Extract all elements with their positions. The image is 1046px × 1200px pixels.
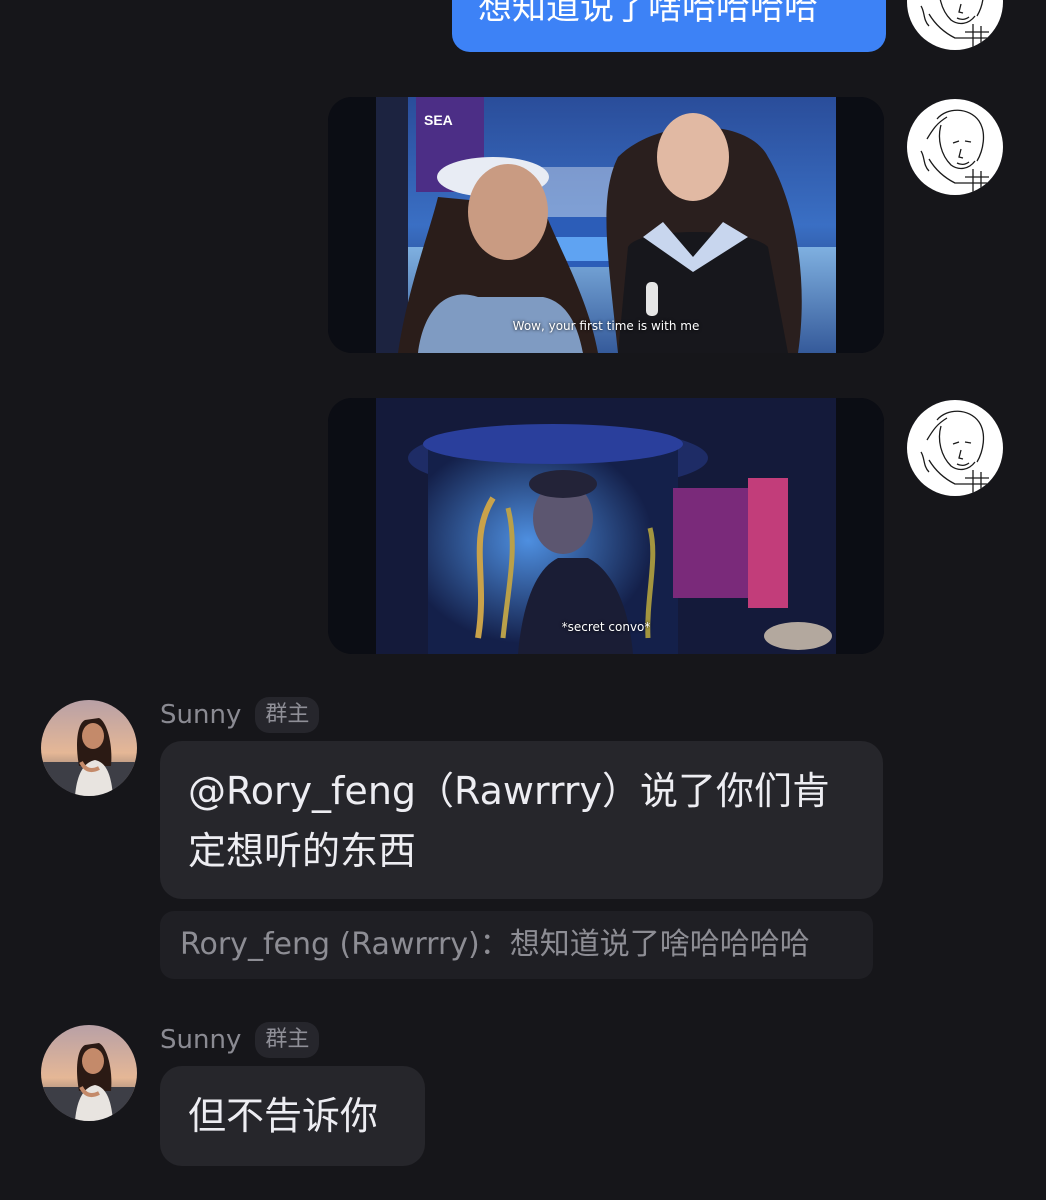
outgoing-message-text: 想知道说了啥哈哈哈哈 bbox=[478, 0, 818, 28]
photo-portrait-icon bbox=[41, 1025, 137, 1121]
owner-badge: 群主 bbox=[255, 697, 320, 733]
self-avatar[interactable] bbox=[907, 400, 1003, 496]
message-text-line: @Rory_feng（Rawrrry）说了你们肯 bbox=[188, 769, 830, 813]
sketch-portrait-icon bbox=[907, 0, 1003, 50]
video-thumbnail-aquarium-1: SEA bbox=[328, 97, 884, 353]
video-thumbnail-aquarium-2 bbox=[328, 398, 884, 654]
message-text-line: 定想听的东西 bbox=[188, 829, 417, 873]
chat-window: 想知道说了啥哈哈哈哈 SEA Wow, your first time is w… bbox=[0, 0, 1046, 1200]
owner-badge: 群主 bbox=[255, 1022, 320, 1058]
incoming-message-bubble[interactable]: 但不告诉你 bbox=[160, 1066, 425, 1166]
sketch-portrait-icon bbox=[907, 99, 1003, 195]
sender-info: Sunny 群主 bbox=[160, 1020, 320, 1060]
sender-name: Sunny bbox=[160, 700, 242, 730]
sender-info: Sunny 群主 bbox=[160, 695, 320, 735]
outgoing-message-bubble[interactable]: 想知道说了啥哈哈哈哈 bbox=[452, 0, 886, 52]
video-subtitle: *secret convo* bbox=[561, 620, 651, 634]
incoming-message-bubble[interactable]: @Rory_feng（Rawrrry）说了你们肯 定想听的东西 bbox=[160, 741, 883, 899]
self-avatar[interactable] bbox=[907, 0, 1003, 50]
sketch-portrait-icon bbox=[907, 400, 1003, 496]
sender-avatar[interactable] bbox=[41, 1025, 137, 1121]
video-subtitle: Wow, your first time is with me bbox=[512, 319, 700, 333]
video-message-2[interactable]: *secret convo* bbox=[328, 398, 884, 654]
sender-avatar[interactable] bbox=[41, 700, 137, 796]
sign-text: SEA bbox=[424, 112, 453, 128]
sender-name: Sunny bbox=[160, 1025, 242, 1055]
quoted-reply[interactable]: Rory_feng (Rawrrry)：想知道说了啥哈哈哈哈 bbox=[160, 911, 873, 979]
quoted-text: Rory_feng (Rawrrry)：想知道说了啥哈哈哈哈 bbox=[180, 927, 810, 962]
photo-portrait-icon bbox=[41, 700, 137, 796]
message-text: 但不告诉你 bbox=[188, 1094, 379, 1138]
self-avatar[interactable] bbox=[907, 99, 1003, 195]
video-message-1[interactable]: SEA Wow, your first time is with me bbox=[328, 97, 884, 353]
